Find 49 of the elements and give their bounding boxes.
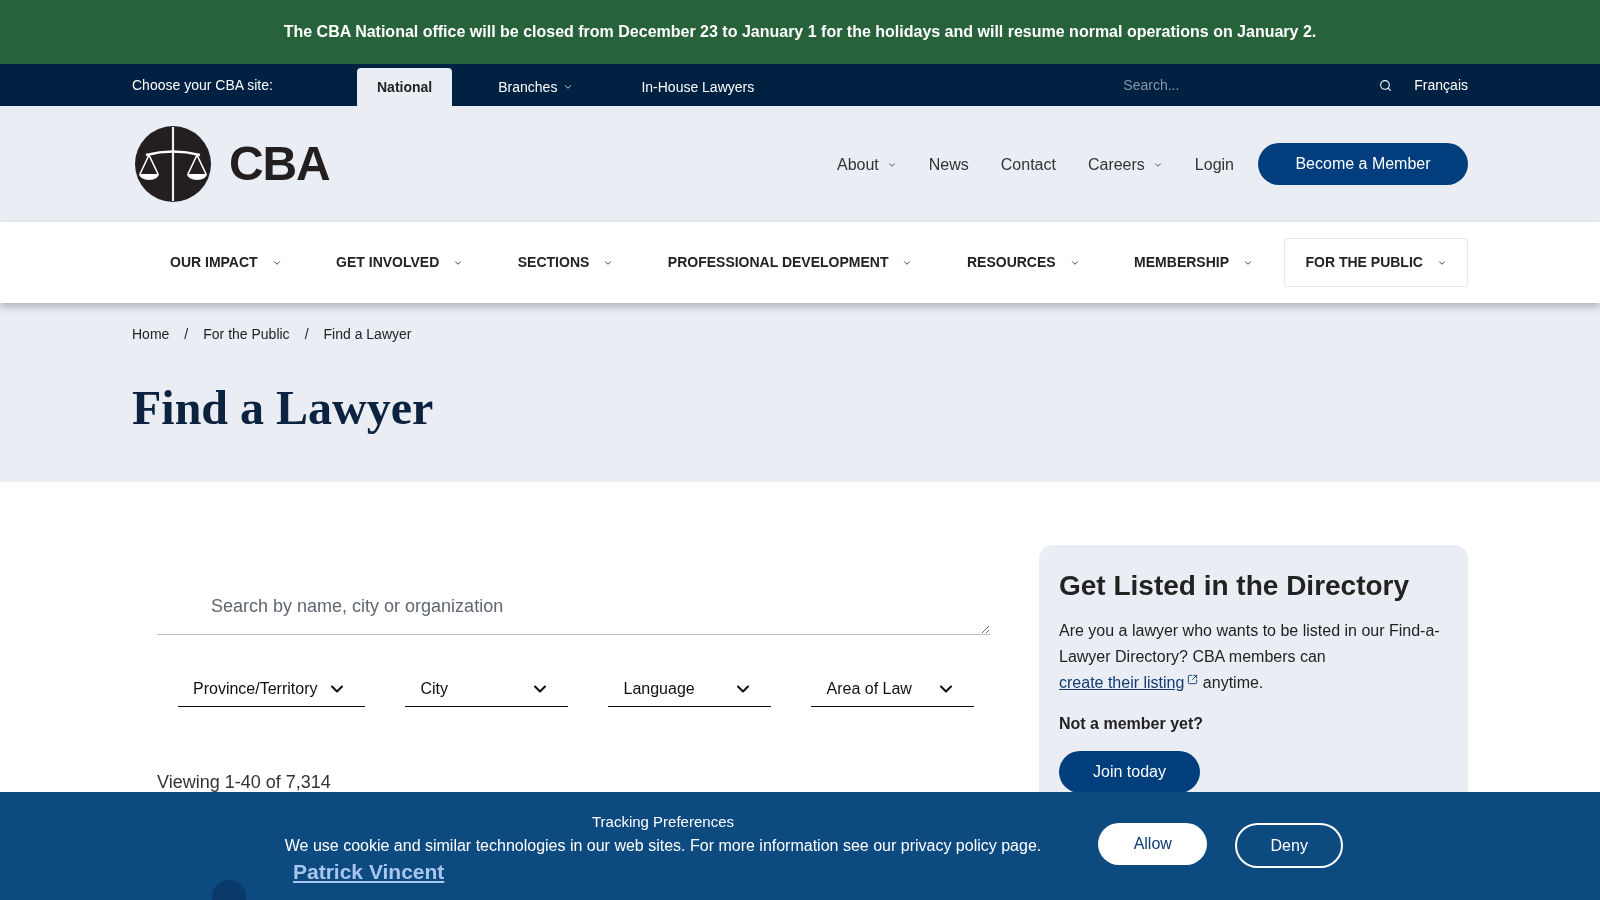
become-member-button[interactable]: Become a Member: [1258, 143, 1468, 185]
page-title: Find a Lawyer: [132, 380, 435, 436]
logo-wordmark: CBA: [229, 140, 330, 188]
nav-link[interactable]: Login: [1194, 153, 1234, 177]
filter-dropdown[interactable]: Province/Territory: [178, 672, 366, 707]
breadcrumb-current: Find a Lawyer: [323, 325, 412, 343]
card-title: Get Listed in the Directory: [1059, 569, 1411, 603]
create-listing-link[interactable]: create their listing: [1059, 674, 1185, 691]
chevron-down-icon: [1152, 160, 1163, 170]
cookie-message: We use cookie and similar technologies in our web sites. For more information see our privacy policy page.: [284, 836, 1042, 856]
site-chooser-label: Choose your CBA site:: [132, 75, 274, 95]
nav-link[interactable]: Careers: [1087, 153, 1163, 177]
card-subtitle: Not a member yet?: [1059, 714, 1205, 734]
lawyer-name-link[interactable]: Patrick Vincent: [293, 859, 445, 885]
nav-link[interactable]: News: [928, 153, 969, 177]
filter-dropdown[interactable]: Language: [608, 672, 772, 707]
filter-dropdown[interactable]: City: [405, 672, 569, 707]
cookie-title: Tracking Preferences: [592, 812, 734, 832]
join-today-button[interactable]: Join today: [1059, 751, 1200, 793]
main-nav-item[interactable]: MEMBERSHIP: [1111, 238, 1276, 287]
nav-link[interactable]: Contact: [1000, 153, 1056, 177]
chevron-down-icon: [886, 160, 897, 170]
main-nav-item[interactable]: GET INVOLVED: [313, 238, 487, 287]
site-tab[interactable]: In-House Lawyers: [619, 68, 777, 106]
breadcrumb-separator: /: [184, 325, 189, 343]
nav-link[interactable]: About: [836, 153, 897, 177]
breadcrumb-link[interactable]: Home: [132, 325, 170, 343]
language-link[interactable]: Français: [1414, 74, 1468, 96]
main-nav-item[interactable]: OUR IMPACT: [147, 238, 305, 287]
allow-button[interactable]: Allow: [1098, 823, 1208, 865]
filter-dropdown[interactable]: Area of Law: [811, 672, 975, 707]
external-link-icon: [1187, 674, 1199, 685]
card-paragraph: Are you a lawyer who wants to be listed in our Find-a-Lawyer Directory? CBA members can create their listing anytime.: [1059, 621, 1441, 693]
main-nav-item[interactable]: PROFESSIONAL DEVELOPMENT: [644, 238, 936, 287]
chevron-down-icon: [563, 82, 574, 92]
breadcrumb-link[interactable]: For the Public: [203, 325, 290, 343]
alert-message: The CBA National office will be closed from December 23 to January 1 for the holidays and will resume normal operations on January 2.: [283, 22, 1317, 42]
search-field[interactable]: Search by name, city or organization: [157, 580, 990, 635]
site-search-field[interactable]: Search...: [1123, 71, 1380, 99]
main-nav-item[interactable]: SECTIONS: [494, 238, 637, 287]
deny-button[interactable]: Deny: [1235, 823, 1344, 868]
results-summary: Viewing 1-40 of 7,314: [157, 771, 332, 793]
search-icon[interactable]: [1379, 78, 1393, 92]
main-nav-item[interactable]: FOR THE PUBLIC: [1284, 238, 1468, 287]
breadcrumb-separator: /: [304, 325, 309, 343]
scales-logo-icon: [135, 126, 211, 202]
main-nav-item[interactable]: RESOURCES: [943, 238, 1103, 287]
site-tab[interactable]: National: [357, 68, 453, 106]
site-tab[interactable]: Branches: [476, 68, 596, 106]
